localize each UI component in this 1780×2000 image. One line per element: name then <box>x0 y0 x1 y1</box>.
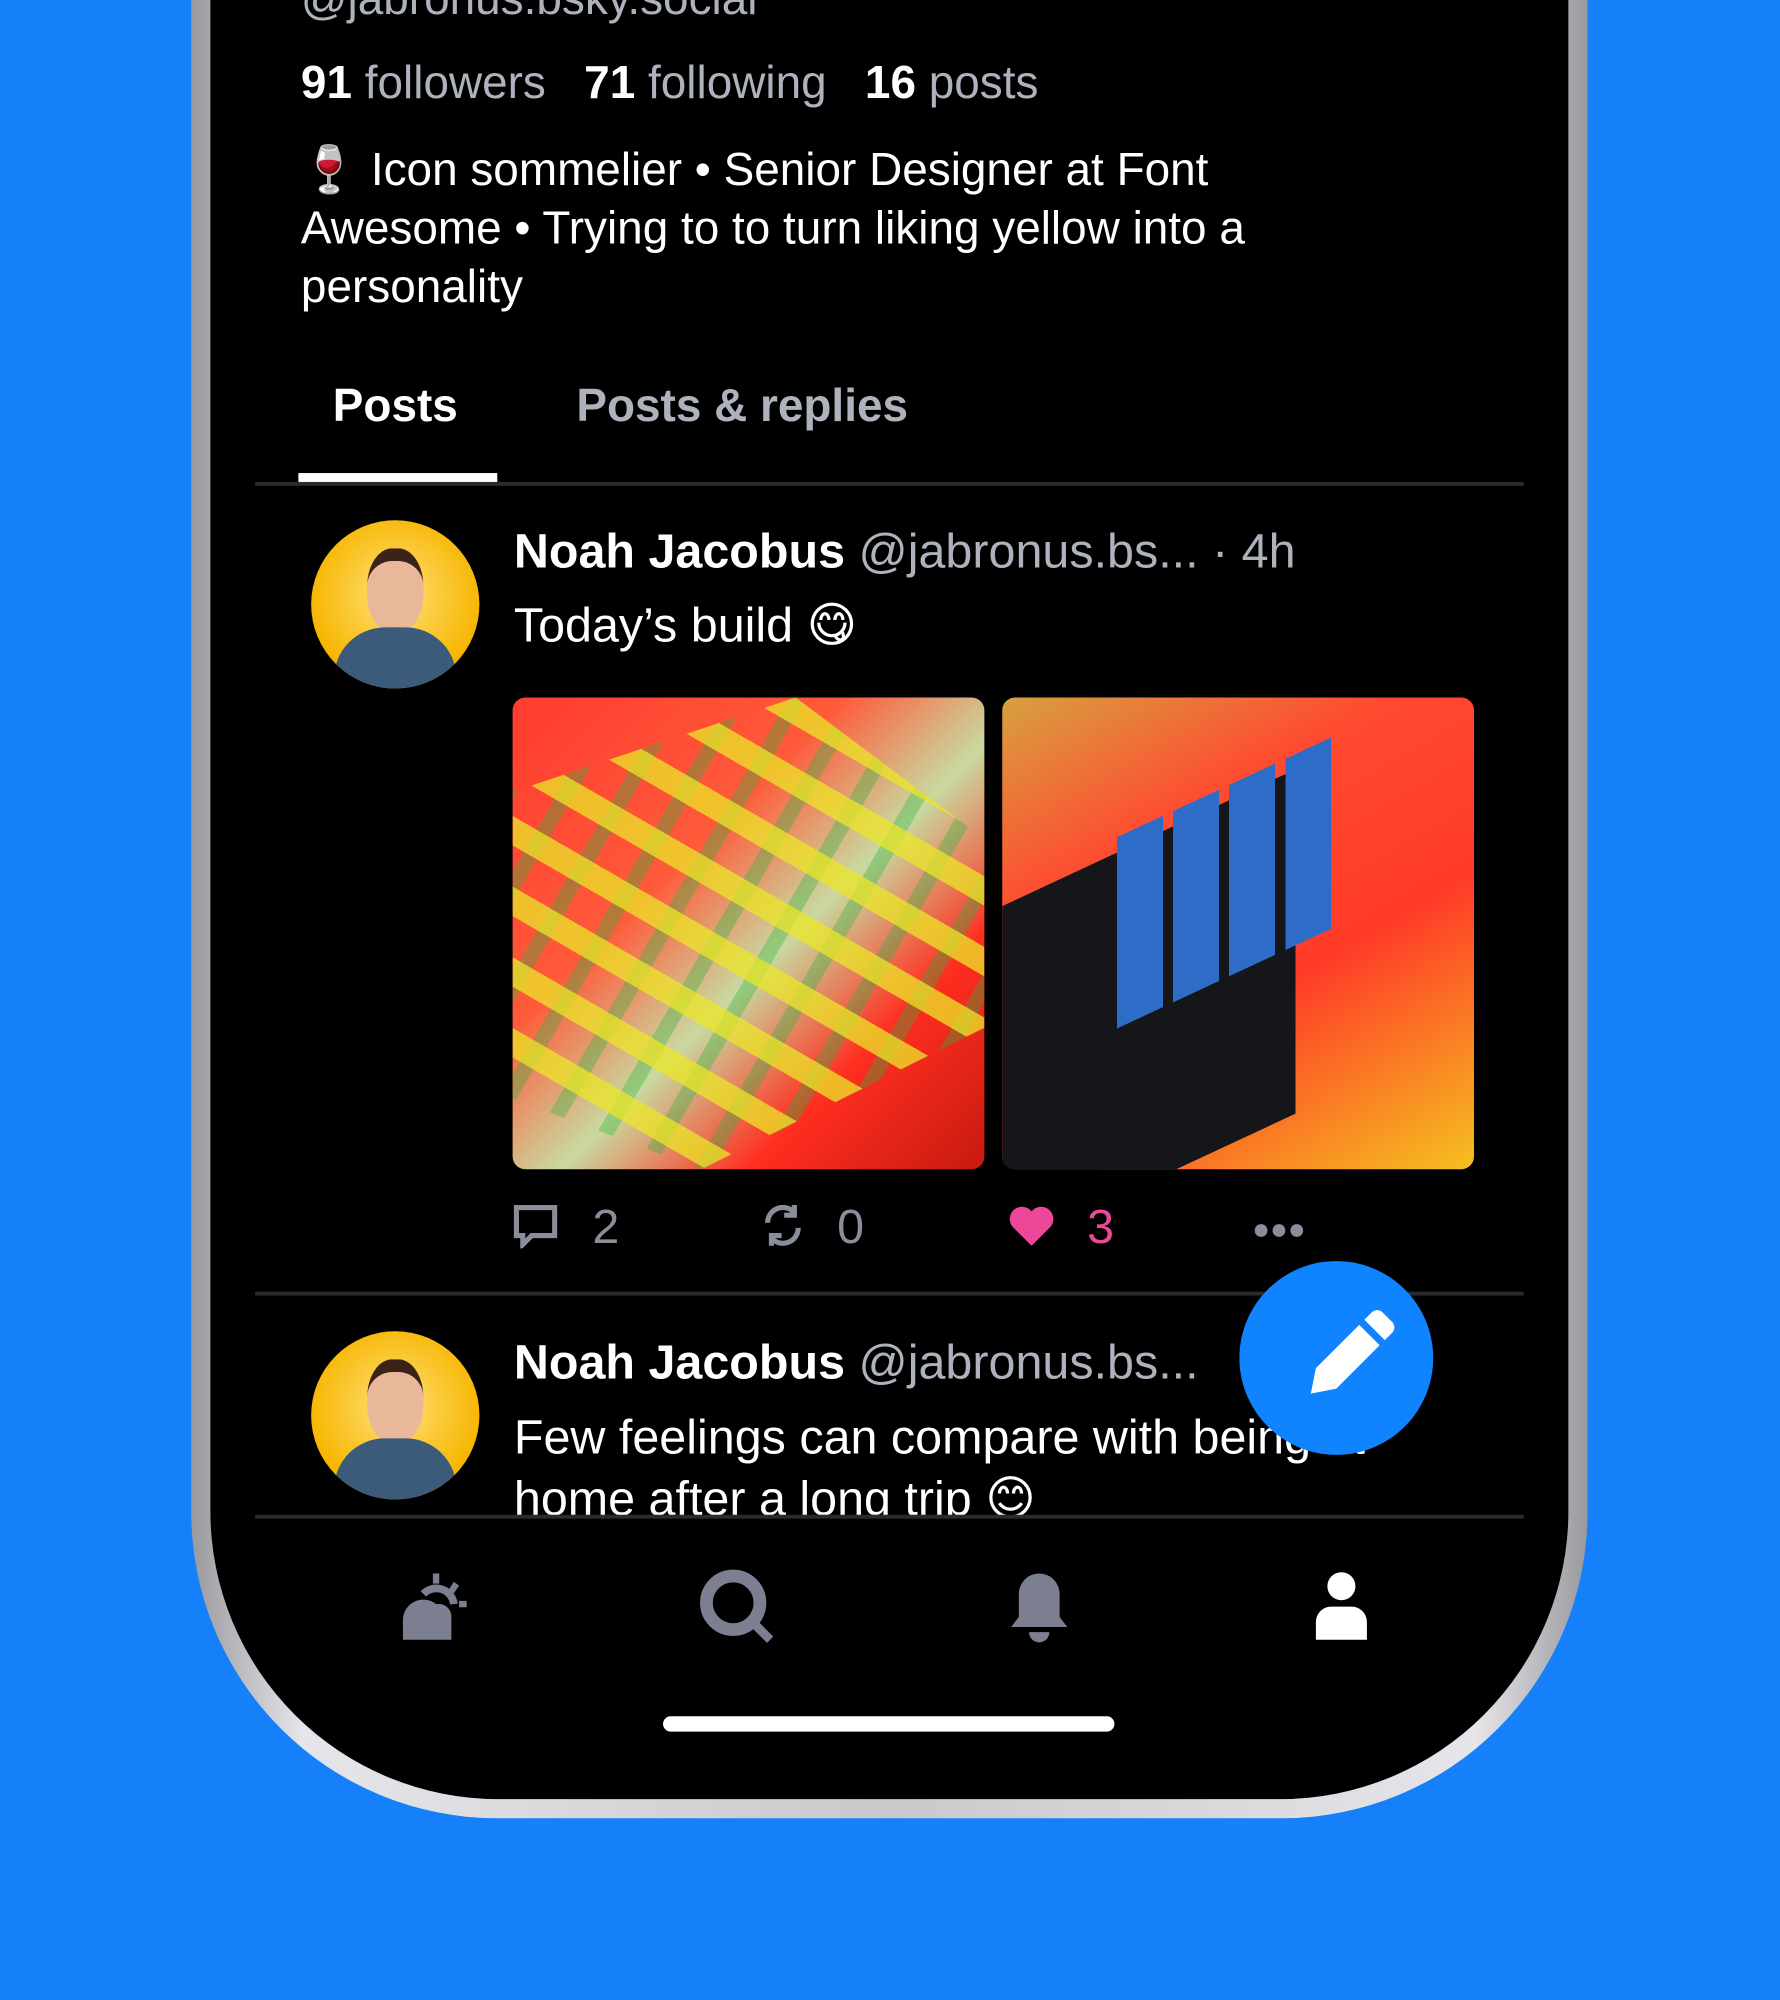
post-time: · 4h <box>1212 525 1296 579</box>
heart-icon <box>1009 1206 1054 1246</box>
home-feed-icon <box>402 1573 467 1640</box>
nav-home[interactable] <box>398 1568 475 1645</box>
compose-button[interactable] <box>1239 1261 1434 1455</box>
profile-icon <box>1315 1572 1367 1640</box>
followers-stat[interactable]: 91 followers <box>301 56 546 108</box>
reply-count: 2 <box>592 1201 620 1255</box>
more-options-button[interactable] <box>1253 1222 1304 1245</box>
search-icon <box>700 1569 774 1643</box>
posts-stat: 16 posts <box>864 56 1039 109</box>
avatar[interactable] <box>311 520 480 689</box>
active-tab-indicator <box>298 473 498 482</box>
stage: @jabronus.bsky.social 91 followers 71 fo… <box>0 0 1780 1999</box>
nav-notifications[interactable] <box>1001 1568 1078 1645</box>
ellipsis-icon <box>1254 1224 1304 1237</box>
author-handle: @jabronus.bs... <box>858 1336 1199 1390</box>
nav-search[interactable] <box>699 1568 776 1645</box>
avatar[interactable] <box>311 1331 480 1500</box>
like-button[interactable]: 3 <box>1007 1201 1114 1256</box>
post-image-keyboard-keycaps[interactable] <box>1002 697 1475 1170</box>
following-stat[interactable]: 71 following <box>584 56 826 108</box>
profile-stats: 91 followers 71 following 16 posts <box>301 56 1039 110</box>
bio-line: 🍷 Icon sommelier • Senior Designer at Fo… <box>300 142 1209 196</box>
post-header: Noah Jacobus @jabronus.bs... <box>514 1336 1199 1391</box>
profile-handle: @jabronus.bsky.social <box>301 0 758 26</box>
nav-profile[interactable] <box>1303 1568 1380 1645</box>
bio-line: personality <box>300 260 523 313</box>
repost-icon <box>765 1204 801 1246</box>
profile-bio: 🍷 Icon sommelier • Senior Designer at Fo… <box>301 140 1245 316</box>
post-text: Today’s build 😋 <box>513 599 858 653</box>
author-name[interactable]: Noah Jacobus <box>514 525 845 579</box>
bio-line: Awesome • Trying to to turn liking yello… <box>300 201 1245 254</box>
author-handle: @jabronus.bs... <box>858 525 1199 579</box>
repost-count: 0 <box>837 1201 865 1255</box>
post-header: Noah Jacobus @jabronus.bs... · 4h <box>514 525 1296 580</box>
bell-icon <box>1011 1573 1068 1643</box>
reply-button[interactable]: 2 <box>513 1201 620 1256</box>
divider <box>255 1514 1524 1519</box>
post-text: Few feelings can compare with being at h… <box>513 1411 1365 1515</box>
pencil-icon <box>1310 1310 1395 1394</box>
home-indicator <box>663 1716 1115 1732</box>
like-count: 3 <box>1087 1201 1115 1255</box>
tab-posts[interactable]: Posts <box>333 379 458 433</box>
author-name[interactable]: Noah Jacobus <box>514 1336 845 1390</box>
post-image-keyboard-switches[interactable] <box>512 697 985 1170</box>
repost-button[interactable]: 0 <box>760 1201 864 1256</box>
comment-icon <box>513 1204 558 1251</box>
tab-posts-and-replies[interactable]: Posts & replies <box>576 379 908 433</box>
divider <box>255 481 1524 486</box>
